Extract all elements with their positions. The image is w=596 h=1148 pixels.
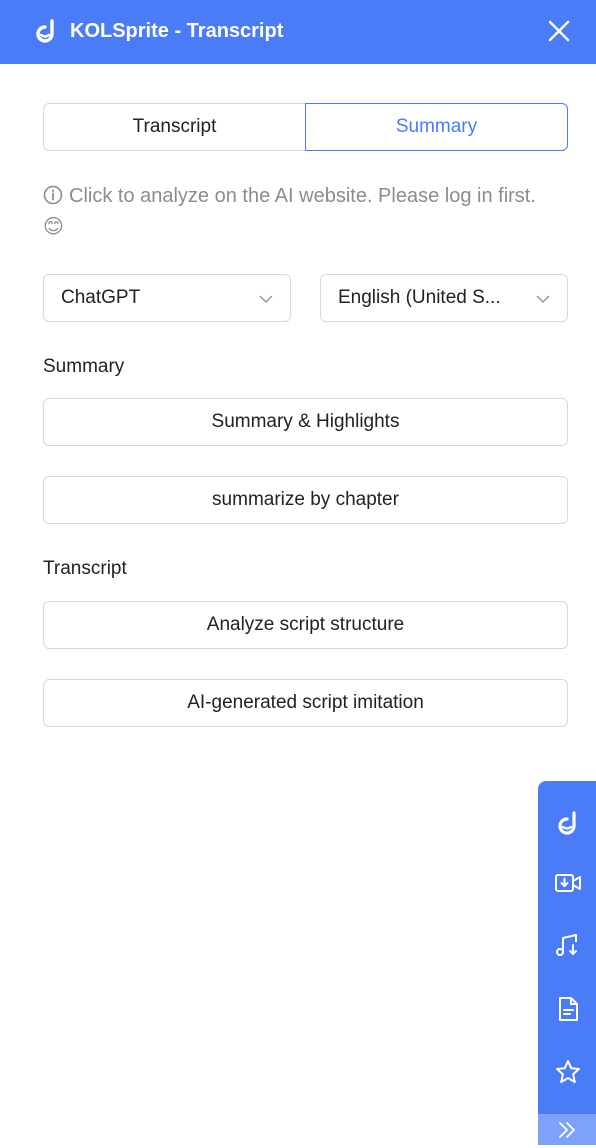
kolsprite-logo-icon <box>36 19 54 43</box>
close-icon[interactable] <box>546 18 572 44</box>
language-select[interactable]: English (United S... <box>320 274 568 322</box>
transcript-section-label: Transcript <box>43 558 127 579</box>
expand-toolbar-button[interactable] <box>538 1114 596 1145</box>
summary-section-label: Summary <box>43 356 125 377</box>
double-chevron-right-icon <box>559 1121 575 1138</box>
login-hint: Click to analyze on the AI website. Plea… <box>43 181 543 243</box>
chevron-down-icon <box>259 295 273 304</box>
summary-highlights-button[interactable]: Summary & Highlights <box>43 398 568 446</box>
document-icon[interactable] <box>554 995 582 1023</box>
ai-model-select[interactable]: ChatGPT <box>43 274 291 322</box>
info-icon <box>43 185 63 205</box>
star-icon[interactable] <box>554 1058 582 1086</box>
view-tabs: Transcript Summary <box>43 103 568 151</box>
floating-toolbar <box>538 781 596 1145</box>
ai-script-imitation-button[interactable]: AI-generated script imitation <box>43 679 568 727</box>
tab-transcript[interactable]: Transcript <box>43 103 305 151</box>
ai-model-value: ChatGPT <box>61 287 141 308</box>
header-bar: KOLSprite - Transcript <box>0 0 596 64</box>
music-download-icon[interactable] <box>554 931 582 959</box>
hint-text: Click to analyze on the AI website. Plea… <box>43 185 536 238</box>
tab-summary[interactable]: Summary <box>305 103 568 151</box>
kolsprite-logo-icon[interactable] <box>554 809 582 837</box>
chevron-down-icon <box>536 295 550 304</box>
language-value: English (United S... <box>338 287 501 308</box>
summarize-by-chapter-button[interactable]: summarize by chapter <box>43 476 568 524</box>
analyze-script-structure-button[interactable]: Analyze script structure <box>43 601 568 649</box>
window-title: KOLSprite - Transcript <box>70 20 284 42</box>
video-download-icon[interactable] <box>554 869 582 897</box>
